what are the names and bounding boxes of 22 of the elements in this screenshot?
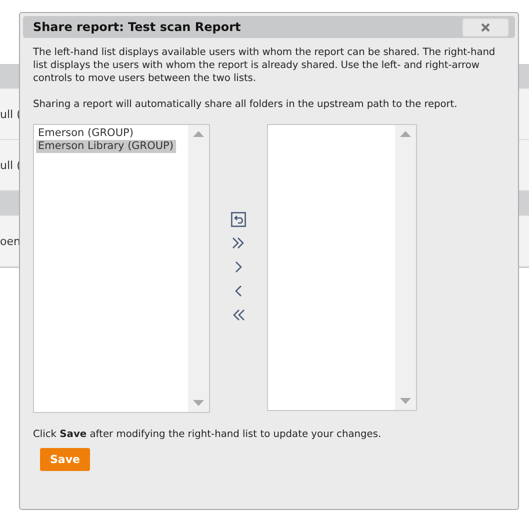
list-item[interactable]: Emerson Library (GROUP) <box>36 140 176 153</box>
close-button[interactable] <box>462 18 509 36</box>
double-chevron-left-icon <box>232 309 245 321</box>
description-text: Sharing a report will automatically share all folders in the upstream path to the report. <box>33 98 458 111</box>
chevron-right-icon <box>235 261 242 273</box>
dialog-title: Share report: Test scan Report <box>33 20 241 34</box>
chevron-left-icon <box>235 285 242 297</box>
list-item[interactable]: Emerson (GROUP) <box>36 127 136 140</box>
double-chevron-right-icon <box>232 237 245 249</box>
user-list[interactable] <box>267 124 417 411</box>
user-list[interactable]: Emerson (GROUP) Emerson Library (GROUP) <box>33 124 210 413</box>
scroll-up-icon[interactable] <box>193 131 204 137</box>
scroll-up-icon[interactable] <box>400 131 411 137</box>
description-text: The left-hand list displays available users with whom the report can be shared. The right-hand list displays the users with whom the report is already shared. Use the left- and right-arrow controls to move users between the two lists. <box>33 46 496 85</box>
scrollbar[interactable] <box>395 125 416 410</box>
scroll-down-icon[interactable] <box>193 400 204 406</box>
scrollbar[interactable] <box>188 125 209 412</box>
scroll-down-icon[interactable] <box>400 398 411 404</box>
return-arrow-icon <box>231 212 246 226</box>
close-icon <box>481 22 490 32</box>
save-hint-text: Click Save after modifying the right-hand list to update your changes. <box>33 429 382 440</box>
move-button[interactable] <box>230 210 248 228</box>
